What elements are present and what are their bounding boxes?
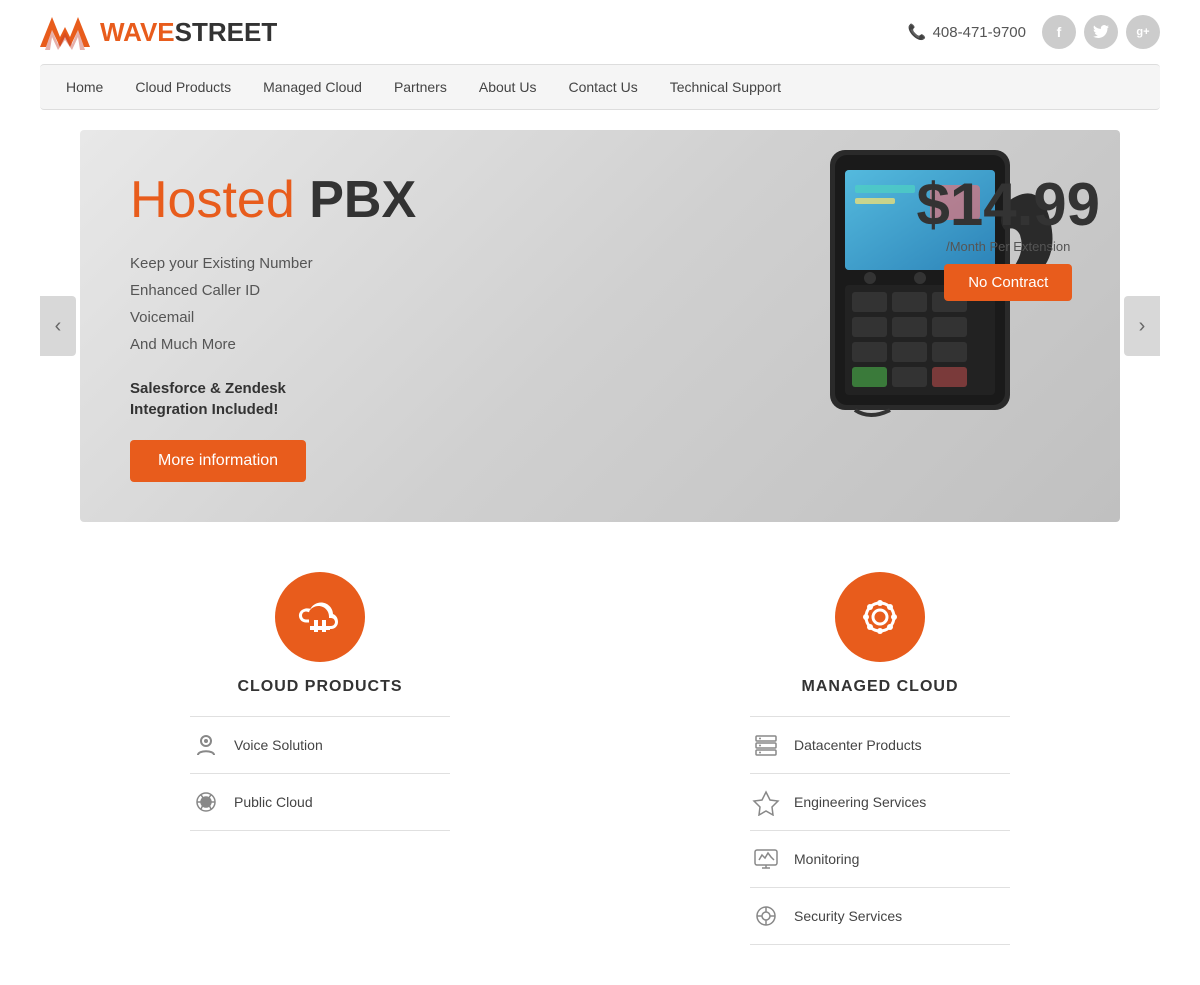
logo-wave: WAVE bbox=[100, 17, 175, 47]
cloud-products-title: CLOUD PRODUCTS bbox=[237, 678, 402, 696]
nav-link-contact[interactable]: Contact Us bbox=[552, 65, 653, 109]
hero-banner: Hosted PBX Keep your Existing Number Enh… bbox=[80, 130, 1120, 522]
nav-link-about[interactable]: About Us bbox=[463, 65, 553, 109]
facebook-icon[interactable]: f bbox=[1042, 15, 1076, 49]
phone-icon: 📞 bbox=[908, 23, 927, 41]
voice-solution-icon bbox=[190, 729, 222, 761]
security-label: Security Services bbox=[794, 908, 902, 924]
logo-street: STREET bbox=[175, 17, 278, 47]
logo-wordmark: WAVESTREET bbox=[100, 17, 277, 48]
carousel-prev-button[interactable]: ‹ bbox=[40, 296, 76, 356]
logo-icon bbox=[40, 12, 90, 52]
engineering-label: Engineering Services bbox=[794, 794, 926, 810]
monitoring-icon bbox=[750, 843, 782, 875]
public-cloud-icon bbox=[190, 786, 222, 818]
hero-title: Hosted PBX bbox=[130, 170, 856, 230]
nav-list: Home Cloud Products Managed Cloud Partne… bbox=[40, 65, 1160, 109]
list-item[interactable]: Voice Solution bbox=[190, 716, 450, 774]
nav-link-support[interactable]: Technical Support bbox=[654, 65, 797, 109]
cloud-products-list: Voice Solution Public Cloud bbox=[190, 716, 450, 831]
google-plus-icon[interactable]: g+ bbox=[1126, 15, 1160, 49]
hero-price-sub: /Month Per Extension bbox=[916, 239, 1100, 254]
nav-item-managed-cloud[interactable]: Managed Cloud bbox=[247, 65, 378, 109]
hero-price-block: $14.99 /Month Per Extension No Contract bbox=[896, 130, 1120, 522]
nav-item-contact[interactable]: Contact Us bbox=[552, 65, 653, 109]
hero-salesforce: Salesforce & ZendeskIntegration Included… bbox=[130, 378, 856, 420]
monitoring-label: Monitoring bbox=[794, 851, 859, 867]
hero-title-bold: PBX bbox=[309, 171, 416, 229]
managed-cloud-title: MANAGED CLOUD bbox=[802, 678, 959, 696]
managed-cloud-section: MANAGED CLOUD Datacenter Products bbox=[600, 572, 1160, 945]
list-item[interactable]: Monitoring bbox=[750, 831, 1010, 888]
nav-link-home[interactable]: Home bbox=[50, 65, 119, 109]
navigation: Home Cloud Products Managed Cloud Partne… bbox=[40, 64, 1160, 110]
no-contract-button[interactable]: No Contract bbox=[944, 264, 1072, 301]
carousel-next-button[interactable]: › bbox=[1124, 296, 1160, 356]
managed-cloud-list: Datacenter Products Engineering Services bbox=[750, 716, 1010, 945]
cloud-products-icon-circle bbox=[275, 572, 365, 662]
datacenter-label: Datacenter Products bbox=[794, 737, 922, 753]
hero-title-colored: Hosted bbox=[130, 171, 309, 229]
hero-price-amount: $14.99 bbox=[916, 170, 1100, 239]
nav-item-cloud-products[interactable]: Cloud Products bbox=[119, 65, 247, 109]
twitter-icon[interactable] bbox=[1084, 15, 1118, 49]
list-item[interactable]: Datacenter Products bbox=[750, 716, 1010, 774]
social-icons: f g+ bbox=[1042, 15, 1160, 49]
list-item[interactable]: Public Cloud bbox=[190, 774, 450, 831]
managed-cloud-icon bbox=[855, 592, 905, 642]
nav-item-support[interactable]: Technical Support bbox=[654, 65, 797, 109]
logo: WAVESTREET bbox=[40, 12, 277, 52]
header-right: 📞 408-471-9700 f g+ bbox=[908, 15, 1160, 49]
more-info-button[interactable]: More information bbox=[130, 440, 306, 482]
nav-item-partners[interactable]: Partners bbox=[378, 65, 463, 109]
nav-item-about[interactable]: About Us bbox=[463, 65, 553, 109]
nav-item-home[interactable]: Home bbox=[50, 65, 119, 109]
public-cloud-label: Public Cloud bbox=[234, 794, 313, 810]
list-item[interactable]: Security Services bbox=[750, 888, 1010, 945]
security-icon bbox=[750, 900, 782, 932]
nav-link-partners[interactable]: Partners bbox=[378, 65, 463, 109]
hero-wrapper: ‹ Hosted PBX Keep your Existing Number E… bbox=[40, 130, 1160, 522]
hero-content: Hosted PBX Keep your Existing Number Enh… bbox=[80, 130, 896, 522]
services-section: CLOUD PRODUCTS Voice Solution bbox=[0, 542, 1200, 985]
cloud-products-section: CLOUD PRODUCTS Voice Solution bbox=[40, 572, 600, 945]
hero-features: Keep your Existing Number Enhanced Calle… bbox=[130, 250, 856, 358]
header: WAVESTREET 📞 408-471-9700 f g+ bbox=[0, 0, 1200, 64]
cloud-products-icon bbox=[295, 592, 345, 642]
nav-link-managed-cloud[interactable]: Managed Cloud bbox=[247, 65, 378, 109]
datacenter-icon bbox=[750, 729, 782, 761]
engineering-icon bbox=[750, 786, 782, 818]
voice-solution-label: Voice Solution bbox=[234, 737, 323, 753]
managed-cloud-icon-circle bbox=[835, 572, 925, 662]
list-item[interactable]: Engineering Services bbox=[750, 774, 1010, 831]
phone-number: 📞 408-471-9700 bbox=[908, 23, 1026, 41]
nav-link-cloud-products[interactable]: Cloud Products bbox=[119, 65, 247, 109]
